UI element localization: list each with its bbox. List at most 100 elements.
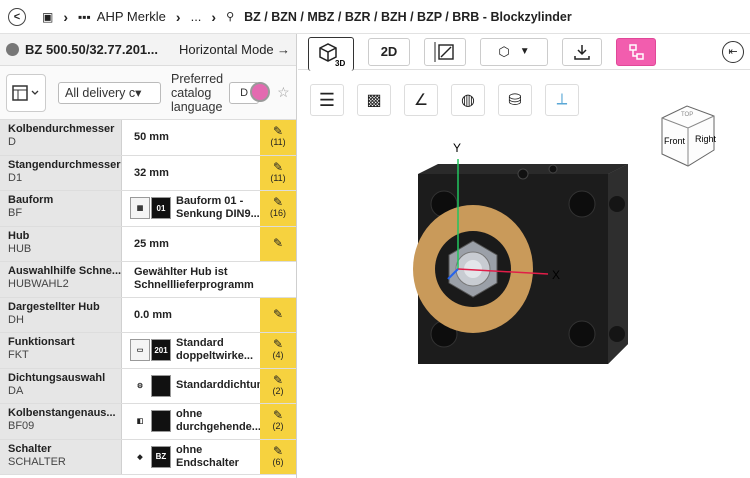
cylinder-3d-model: Y X <box>413 141 628 364</box>
explode-icon: ⟂ <box>556 91 568 108</box>
param-value: 25 mm <box>134 237 169 250</box>
tab-2d-label: 2D <box>380 44 398 59</box>
tab-2d[interactable]: 2D <box>368 37 410 66</box>
pencil-icon: ✎ <box>272 372 284 387</box>
param-value-cell[interactable]: 0.0 mm <box>122 298 260 333</box>
table-row[interactable]: Kolbendurchmesser D 50 mm ✎ (11) <box>0 120 296 156</box>
cylinder-view-button[interactable]: ⛁ <box>498 84 532 116</box>
mesh-view-button[interactable]: ▩ <box>357 84 391 116</box>
table-view-button[interactable] <box>6 73 46 112</box>
param-value-cell[interactable]: ▦ 01 Bauform 01 - Senkung DIN9... <box>122 191 260 226</box>
viewer-panel: 3D 2D ⬡▼ ⇤ ☰ ▩ ∠ ◍ ⛁ ⟂ TOP Front Right <box>298 34 750 478</box>
option-count: (16) <box>269 208 286 219</box>
param-name: Auswahlhilfe Schne... <box>8 265 122 277</box>
breadcrumb-item[interactable]: ... <box>191 9 202 24</box>
parameter-table: Kolbendurchmesser D 50 mm ✎ (11) Stangendu… <box>0 120 296 475</box>
catalog-logo-icon: ▪▪▪ <box>78 9 91 24</box>
edit-cell[interactable]: ✎ (2) <box>260 404 296 439</box>
table-row[interactable]: Hub HUB 25 mm ✎ <box>0 226 296 262</box>
param-value-cell[interactable]: ⚙ Standarddichtung <box>122 369 260 404</box>
function-thumbnail-icon: ▭ <box>130 339 150 362</box>
param-value-cell[interactable]: 50 mm <box>122 120 260 155</box>
table-icon <box>12 84 39 101</box>
param-value: Bauform 01 - Senkung DIN9... <box>176 195 260 221</box>
breadcrumb-item[interactable]: AHP Merkle <box>97 9 166 24</box>
arrow-right-icon[interactable]: → <box>277 42 290 57</box>
param-value-cell[interactable]: ▭ 201 Standard doppeltwirke... <box>122 333 260 368</box>
label-line: language <box>171 99 223 114</box>
table-row[interactable]: Stangendurchmesser D1 32 mm ✎ (11) <box>0 155 296 191</box>
label-line: Preferred <box>171 71 224 86</box>
param-value-cell[interactable]: 32 mm <box>122 156 260 191</box>
tab-3d[interactable]: 3D <box>308 36 354 71</box>
rod-thumbnail <box>151 410 171 433</box>
param-name-cell: Dargestellter Hub DH <box>0 297 122 332</box>
param-name-cell: Kolbenstangenaus... BF09 <box>0 404 122 439</box>
param-value-cell[interactable]: ◧ ohne durchgehende... <box>122 404 260 439</box>
param-name-cell: Funktionsart FKT <box>0 333 122 368</box>
edit-cell[interactable]: ✎ <box>260 226 296 261</box>
pencil-icon: ✎ <box>272 408 284 423</box>
edit-cell[interactable]: ✎ <box>260 297 296 332</box>
edit-cell[interactable]: ✎ (16) <box>260 191 296 226</box>
param-name: Dargestellter Hub <box>8 300 100 313</box>
switch-thumbnail-icon: ◆ <box>137 453 143 461</box>
param-value: ohne Endschalter <box>176 443 239 469</box>
param-name-cell: Kolbendurchmesser D <box>0 120 122 155</box>
bolt-hole <box>568 320 596 348</box>
mesh-icon: ▩ <box>366 92 382 109</box>
param-name: Stangendurchmesser <box>8 158 121 171</box>
param-key: BF <box>8 207 23 219</box>
param-name: Funktionsart <box>8 336 75 348</box>
status-dot-icon <box>6 43 19 56</box>
table-row[interactable]: Kolbenstangenaus... BF09 ◧ ohne durchgehe… <box>0 404 296 440</box>
tab-3d-label: 3D <box>335 59 345 67</box>
pencil-icon: ✎ <box>272 337 284 352</box>
download-button[interactable] <box>562 37 602 66</box>
delivery-select[interactable]: All delivery c▾ <box>58 81 161 104</box>
option-count: (2) <box>272 421 284 432</box>
param-key: SCHALTER <box>8 455 66 468</box>
table-row[interactable]: Bauform BF ▦ 01 Bauform 01 - Senkung DIN9.… <box>0 191 296 227</box>
edit-cell[interactable]: ✎ (4) <box>260 333 296 368</box>
param-name: Hub <box>8 229 30 242</box>
measure-button[interactable]: ∠ <box>404 84 438 116</box>
language-code: D <box>240 86 249 99</box>
table-row[interactable]: Schalter SCHALTER ◆ BZ ohne Endschalter ✎(… <box>0 439 296 475</box>
param-value-cell[interactable]: ◆ BZ ohne Endschalter <box>122 440 260 475</box>
configurator-button[interactable] <box>616 37 656 66</box>
language-toggle-button[interactable] <box>250 81 271 102</box>
chevron-right-icon: › <box>211 8 217 25</box>
param-value-cell: Gewählter Hub ist Schnelllieferprogramm <box>122 262 260 297</box>
measure-angle-icon: ∠ <box>413 92 429 109</box>
view-mode-dropdown[interactable]: ⬡ ▼ <box>480 37 548 66</box>
param-value-cell[interactable]: 25 mm <box>122 227 260 262</box>
list-button[interactable]: ☰ <box>310 84 344 116</box>
bauform-code-thumbnail: 01 <box>151 197 171 220</box>
cube-right-label: Right <box>695 134 717 144</box>
table-row[interactable]: Dargestellter Hub DH 0.0 mm ✎ <box>0 297 296 333</box>
back-button[interactable]: < <box>8 7 26 26</box>
table-row[interactable]: Funktionsart FKT ▭ 201 Standard doppeltwir… <box>0 333 296 369</box>
switch-code-thumbnail: BZ <box>151 445 171 468</box>
param-key: FKT <box>8 349 29 361</box>
section-button[interactable]: ◍ <box>451 84 485 116</box>
param-value: Standarddichtung <box>176 379 260 392</box>
edit-cell[interactable]: ✎ (2) <box>260 368 296 403</box>
edit-cell[interactable]: ✎ (11) <box>260 155 296 190</box>
exploded-view-button[interactable]: ⟂ <box>545 84 579 116</box>
edit-cell[interactable]: ✎ (11) <box>260 120 296 155</box>
collapse-panel-icon[interactable]: ⇤ <box>722 40 744 63</box>
table-row[interactable]: DichtungsauswahlDA ⚙ Standarddichtung ✎(… <box>0 368 296 404</box>
edit-cell[interactable]: ✎ (6) <box>260 439 296 474</box>
cube-top-label: TOP <box>681 112 693 118</box>
horizontal-mode-toggle[interactable]: Horizontal Mode <box>179 42 274 57</box>
thumbnail-group: ⚙ <box>130 374 172 397</box>
language-select[interactable]: D <box>229 81 271 104</box>
filter-toolbar: All delivery c▾ Preferred catalog langua… <box>0 66 296 120</box>
x-axis-label: X <box>552 268 560 282</box>
bauform-thumbnail-icon: ▦ <box>130 197 150 220</box>
dimension-button[interactable] <box>424 37 466 66</box>
view-mode-icon: ⬡ <box>498 43 510 59</box>
star-icon[interactable]: ☆ <box>277 84 290 101</box>
